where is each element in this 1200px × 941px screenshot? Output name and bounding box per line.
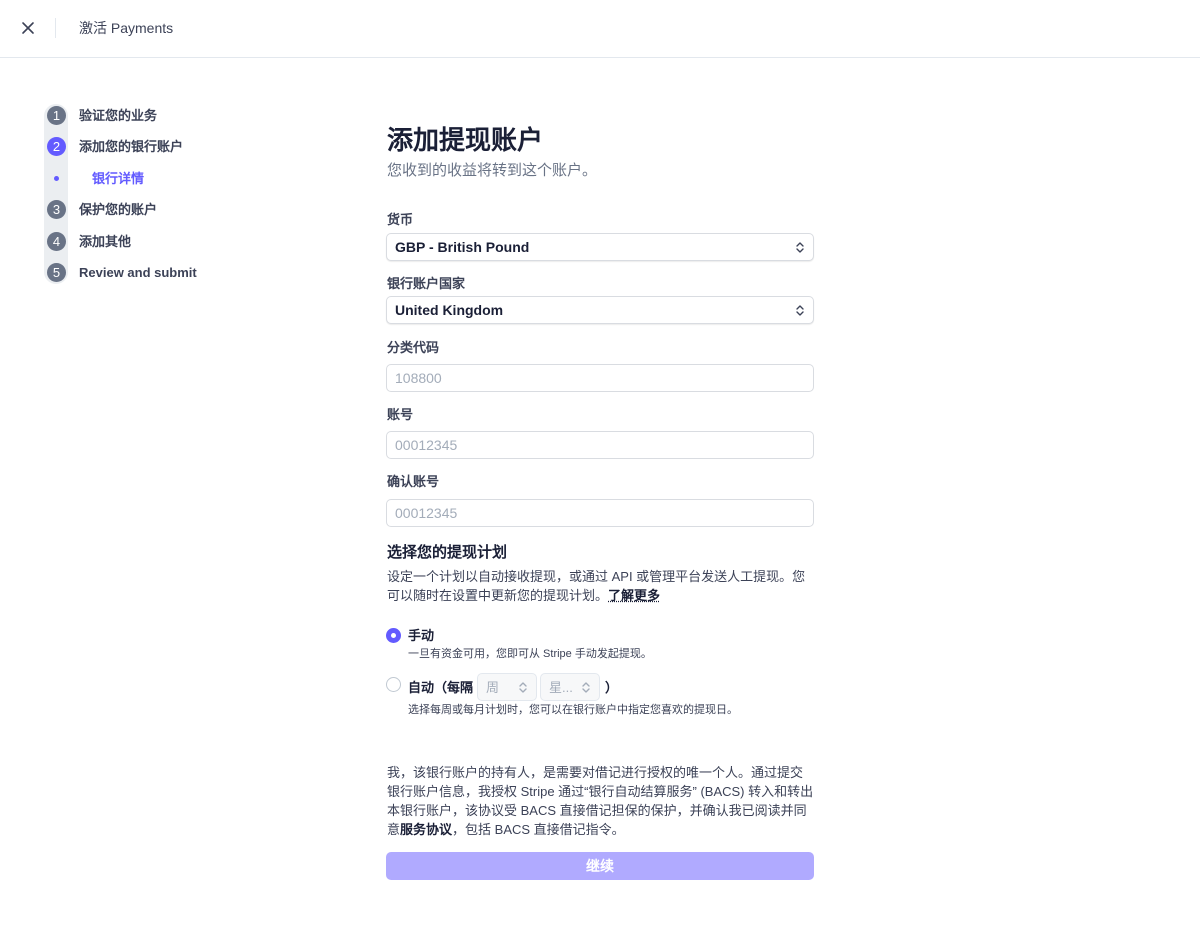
page-header-title: 激活 Payments: [79, 20, 174, 36]
currency-value: GBP - British Pound: [395, 239, 530, 255]
payout-day-select[interactable]: 星...: [540, 673, 600, 701]
close-icon[interactable]: [17, 17, 39, 39]
chevron-up-down-icon: [582, 682, 590, 693]
manual-payout-radio[interactable]: [386, 628, 401, 643]
step-label: 添加您的银行账户: [79, 139, 184, 154]
header-divider: [55, 18, 56, 38]
confirm-account-input[interactable]: [387, 500, 813, 526]
step-add-bank-account[interactable]: 2 添加您的银行账户: [44, 135, 284, 159]
sort-code-input[interactable]: [387, 365, 813, 391]
account-number-input[interactable]: [387, 432, 813, 458]
step-secure-account[interactable]: 3 保护您的账户: [44, 198, 284, 222]
confirm-account-field[interactable]: [386, 499, 814, 527]
step-number: 2: [47, 137, 66, 156]
continue-button[interactable]: 继续: [386, 852, 814, 880]
account-number-label: 账号: [387, 407, 414, 422]
step-number: 1: [47, 106, 66, 125]
sort-code-label: 分类代码: [387, 340, 440, 355]
substep-label: 银行详情: [92, 171, 145, 186]
automatic-payout-help: 选择每周或每月计划时，您可以在银行账户中指定您喜欢的提现日。: [408, 704, 738, 716]
step-verify-business[interactable]: 1 验证您的业务: [44, 104, 284, 128]
confirm-account-label: 确认账号: [387, 474, 440, 489]
legal-text-after: ，包括 BACS 直接借记指令。: [452, 822, 625, 837]
bacs-authorization-text: 我，该银行账户的持有人，是需要对借记进行授权的唯一个人。通过提交银行账户信息，我…: [387, 763, 815, 839]
stepper-rail: [44, 104, 68, 284]
chevron-up-down-icon: [796, 242, 804, 253]
active-substep-dot: [54, 176, 59, 181]
country-value: United Kingdom: [395, 302, 504, 318]
step-number: 3: [47, 200, 66, 219]
step-label: Review and submit: [79, 265, 197, 280]
substep-bank-details[interactable]: 银行详情: [44, 167, 284, 191]
payout-interval-select[interactable]: 周: [477, 673, 537, 701]
automatic-payout-label-prefix: 自动（每隔: [408, 680, 474, 695]
payout-schedule-description: 设定一个计划以自动接收提现，或通过 API 或管理平台发送人工提现。您可以随时在…: [387, 567, 815, 605]
automatic-payout-label-suffix: ）: [605, 680, 619, 695]
country-select[interactable]: United Kingdom: [386, 296, 814, 324]
payout-schedule-text: 设定一个计划以自动接收提现，或通过 API 或管理平台发送人工提现。您可以随时在…: [387, 569, 806, 603]
payout-day-value: 星...: [549, 680, 573, 695]
sort-code-field[interactable]: [386, 364, 814, 392]
step-label: 验证您的业务: [79, 108, 158, 123]
learn-more-link[interactable]: 了解更多: [608, 588, 660, 603]
service-agreement-link[interactable]: 服务协议: [400, 822, 452, 837]
payout-schedule-title: 选择您的提现计划: [387, 544, 508, 561]
account-number-field[interactable]: [386, 431, 814, 459]
manual-payout-help: 一旦有资金可用，您即可从 Stripe 手动发起提现。: [408, 648, 652, 660]
step-review-submit[interactable]: 5 Review and submit: [44, 261, 284, 285]
step-label: 保护您的账户: [79, 202, 158, 217]
manual-payout-label: 手动: [408, 628, 435, 643]
step-number: 5: [47, 263, 66, 282]
currency-label: 货币: [387, 212, 414, 227]
step-label: 添加其他: [79, 234, 132, 249]
payout-interval-value: 周: [486, 680, 500, 695]
top-bar: 激活 Payments: [0, 0, 1200, 58]
page-subtitle: 您收到的收益将转到这个账户。: [387, 162, 598, 179]
page-title: 添加提现账户: [387, 125, 544, 155]
chevron-up-down-icon: [796, 305, 804, 316]
chevron-up-down-icon: [519, 682, 527, 693]
automatic-payout-radio[interactable]: [386, 677, 401, 692]
step-add-other[interactable]: 4 添加其他: [44, 230, 284, 254]
country-label: 银行账户国家: [387, 276, 466, 291]
step-number: 4: [47, 232, 66, 251]
currency-select[interactable]: GBP - British Pound: [386, 233, 814, 261]
